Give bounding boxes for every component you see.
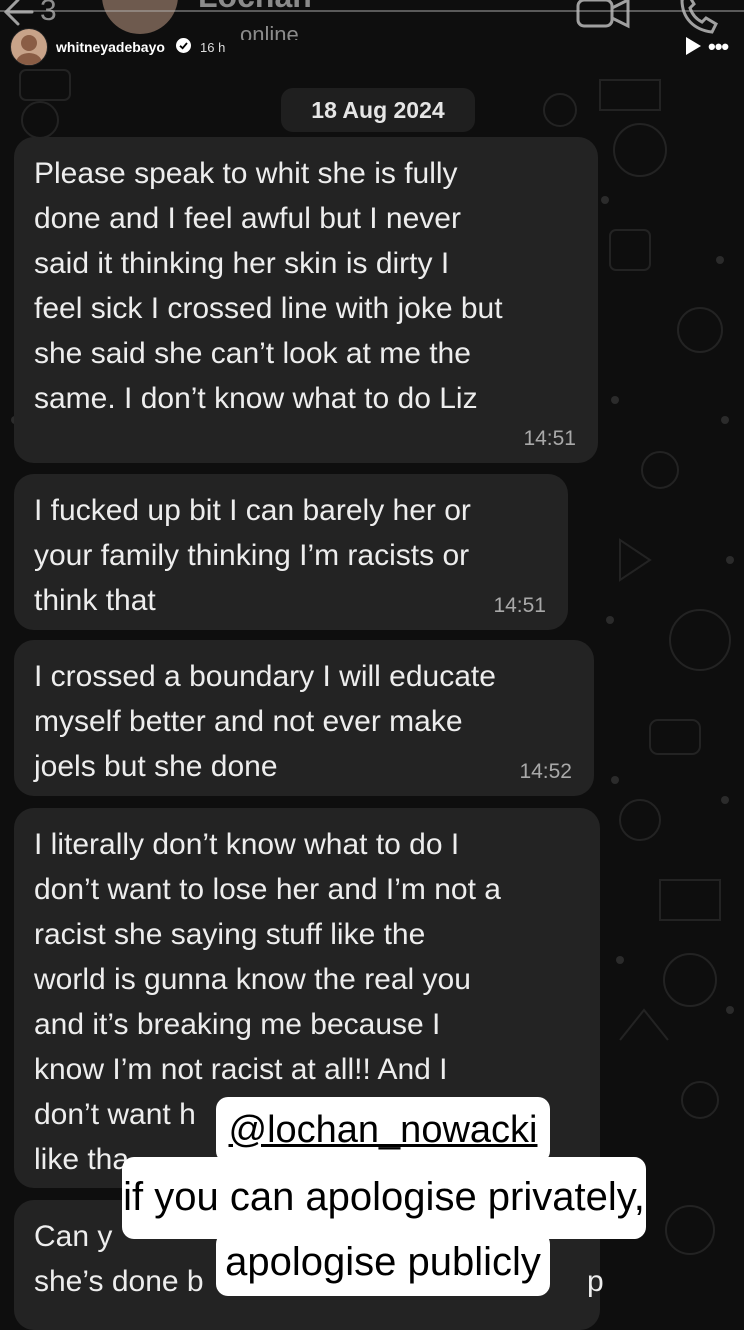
message-bubble[interactable]: I crossed a boundary I will educate myse… bbox=[14, 640, 594, 796]
message-text: I crossed a boundary I will educate myse… bbox=[34, 660, 496, 783]
message-text: I fucked up bit I can barely her or your… bbox=[34, 494, 471, 617]
message-time: 14:52 bbox=[519, 760, 572, 783]
story-caption-line-1: if you can apologise privately, bbox=[122, 1157, 646, 1239]
message-bubble[interactable]: Please speak to whit she is fully done a… bbox=[14, 137, 598, 463]
back-arrow-icon[interactable] bbox=[2, 0, 38, 30]
story-avatar[interactable] bbox=[10, 28, 48, 66]
play-icon[interactable] bbox=[684, 36, 702, 56]
chat-header: 3 Lochan online bbox=[0, 0, 744, 40]
message-time: 14:51 bbox=[523, 427, 576, 450]
more-icon[interactable]: ••• bbox=[708, 34, 729, 60]
contact-avatar[interactable] bbox=[102, 0, 178, 34]
phone-call-icon[interactable] bbox=[676, 0, 720, 38]
story-timestamp: 16 h bbox=[200, 40, 226, 55]
message-time: 14:51 bbox=[493, 594, 546, 617]
story-progress-bar bbox=[0, 10, 744, 12]
story-caption-line-2: apologise publicly bbox=[216, 1232, 550, 1296]
contact-name[interactable]: Lochan bbox=[198, 0, 312, 15]
message-text: Please speak to whit she is fully done a… bbox=[34, 157, 503, 415]
contact-status: online bbox=[240, 22, 299, 40]
mention-sticker[interactable]: @lochan_nowacki bbox=[216, 1097, 550, 1163]
story-username[interactable]: whitneyadebayo bbox=[56, 39, 165, 55]
video-call-icon[interactable] bbox=[576, 0, 632, 34]
message-bubble[interactable]: I fucked up bit I can barely her or your… bbox=[14, 474, 568, 630]
date-separator: 18 Aug 2024 bbox=[281, 88, 475, 132]
unread-count: 3 bbox=[40, 0, 57, 27]
verified-badge-icon bbox=[176, 38, 191, 53]
